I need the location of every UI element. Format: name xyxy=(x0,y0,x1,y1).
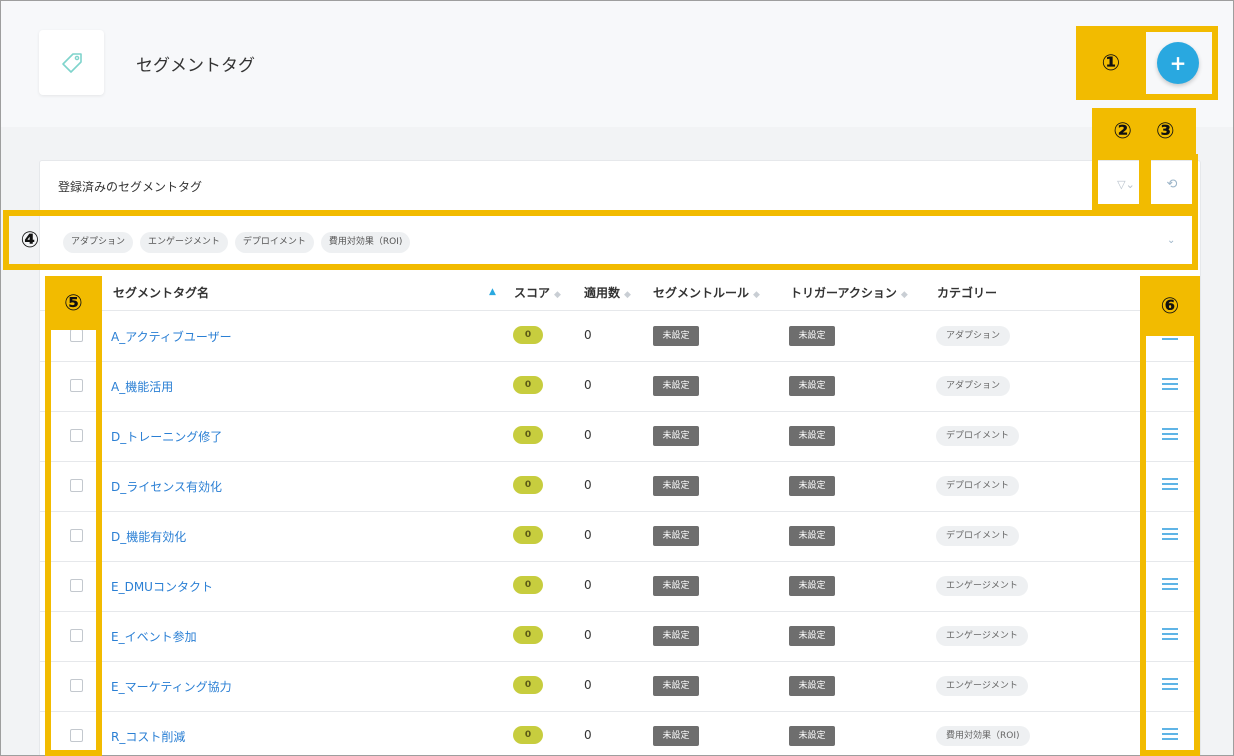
applied-count: 0 xyxy=(584,378,592,392)
sort-icon: ◆ xyxy=(900,290,908,300)
applied-count: 0 xyxy=(584,678,592,692)
highlight-frame-3 xyxy=(1145,154,1198,210)
sort-icon[interactable]: ▲ xyxy=(489,287,496,297)
rule-status-badge: 未設定 xyxy=(653,576,699,596)
tag-name-link[interactable]: E_イベント参加 xyxy=(111,628,197,645)
table-row: E_マーケティング協力 0 0 未設定 未設定 エンゲージメント xyxy=(39,661,1199,712)
score-badge: 0 xyxy=(513,376,543,394)
trigger-status-badge: 未設定 xyxy=(789,526,835,546)
category-badge: デプロイメント xyxy=(936,526,1020,546)
column-header-trigger[interactable]: トリガーアクション ◆ xyxy=(790,284,908,301)
category-badge: エンゲージメント xyxy=(936,676,1028,696)
applied-count: 0 xyxy=(584,328,592,342)
score-badge: 0 xyxy=(513,676,543,694)
trigger-status-badge: 未設定 xyxy=(789,576,835,596)
column-header-rule[interactable]: セグメントルール ◆ xyxy=(653,284,760,301)
score-badge: 0 xyxy=(513,626,543,644)
rule-status-badge: 未設定 xyxy=(653,676,699,696)
highlight-frame-4 xyxy=(3,210,1198,270)
column-header-score[interactable]: スコア ◆ xyxy=(514,284,561,301)
sort-icon: ◆ xyxy=(624,290,631,300)
tag-name-link[interactable]: A_機能活用 xyxy=(111,378,173,395)
applied-count: 0 xyxy=(584,628,592,642)
table-row: A_機能活用 0 0 未設定 未設定 アダプション xyxy=(39,361,1199,412)
trigger-status-badge: 未設定 xyxy=(789,726,835,746)
card-title: 登録済みのセグメントタグ xyxy=(58,180,203,194)
category-badge: アダプション xyxy=(936,376,1011,396)
table-row: A_アクティブユーザー 0 0 未設定 未設定 アダプション xyxy=(39,311,1199,362)
column-header-count[interactable]: 適用数 ◆ xyxy=(584,284,631,301)
score-badge: 0 xyxy=(513,426,543,444)
trigger-status-badge: 未設定 xyxy=(789,476,835,496)
page-title: セグメントタグ xyxy=(136,56,255,76)
column-header-category: カテゴリー xyxy=(937,286,998,300)
tag-name-link[interactable]: D_トレーニング修了 xyxy=(111,428,222,445)
table-row: D_機能有効化 0 0 未設定 未設定 デプロイメント xyxy=(39,511,1199,562)
score-badge: 0 xyxy=(513,476,543,494)
tag-icon xyxy=(61,52,82,73)
app-frame: セグメントタグ + 登録済みのセグメントタグ ▽⌄ ⟲ アダプション エンゲージ… xyxy=(0,0,1234,756)
highlight-frame-2 xyxy=(1092,154,1145,210)
column-header-name[interactable]: セグメントタグ名 xyxy=(113,284,209,301)
applied-count: 0 xyxy=(584,528,592,542)
highlight-frame-5 xyxy=(45,276,102,756)
tag-name-link[interactable]: E_DMUコンタクト xyxy=(111,578,213,595)
category-badge: 費用対効果（ROI) xyxy=(936,726,1030,746)
tag-icon-box xyxy=(39,30,104,95)
trigger-status-badge: 未設定 xyxy=(789,676,835,696)
trigger-status-badge: 未設定 xyxy=(789,326,835,346)
table-row: R_コスト削減 0 0 未設定 未設定 費用対効果（ROI) xyxy=(39,711,1199,755)
rule-status-badge: 未設定 xyxy=(653,626,699,646)
sort-icon: ◆ xyxy=(554,290,561,300)
highlight-frame-6 xyxy=(1140,276,1200,756)
trigger-status-badge: 未設定 xyxy=(789,376,835,396)
score-badge: 0 xyxy=(513,526,543,544)
applied-count: 0 xyxy=(584,428,592,442)
table-row: E_DMUコンタクト 0 0 未設定 未設定 エンゲージメント xyxy=(39,561,1199,612)
rule-status-badge: 未設定 xyxy=(653,326,699,346)
table-row: D_トレーニング修了 0 0 未設定 未設定 デプロイメント xyxy=(39,411,1199,462)
tag-name-link[interactable]: R_コスト削減 xyxy=(111,728,185,745)
category-badge: エンゲージメント xyxy=(936,626,1028,646)
category-badge: エンゲージメント xyxy=(936,576,1028,596)
score-badge: 0 xyxy=(513,326,543,344)
table-row: D_ライセンス有効化 0 0 未設定 未設定 デプロイメント xyxy=(39,461,1199,512)
score-badge: 0 xyxy=(513,576,543,594)
sort-icon: ◆ xyxy=(753,290,760,300)
category-badge: アダプション xyxy=(936,326,1011,346)
score-badge: 0 xyxy=(513,726,543,744)
tag-name-link[interactable]: D_機能有効化 xyxy=(111,528,186,545)
tag-name-link[interactable]: A_アクティブユーザー xyxy=(111,328,232,345)
rule-status-badge: 未設定 xyxy=(653,726,699,746)
rule-status-badge: 未設定 xyxy=(653,526,699,546)
tag-name-link[interactable]: E_マーケティング協力 xyxy=(111,678,232,695)
applied-count: 0 xyxy=(584,478,592,492)
highlight-frame-1 xyxy=(1140,26,1218,100)
applied-count: 0 xyxy=(584,728,592,742)
category-badge: デプロイメント xyxy=(936,476,1020,496)
rule-status-badge: 未設定 xyxy=(653,376,699,396)
annotation-marker-2-3: ② ③ xyxy=(1092,108,1196,154)
table-row: E_イベント参加 0 0 未設定 未設定 エンゲージメント xyxy=(39,611,1199,662)
annotation-marker-4: ④ xyxy=(20,227,40,253)
rule-status-badge: 未設定 xyxy=(653,426,699,446)
annotation-marker-1: ① xyxy=(1076,26,1146,100)
trigger-status-badge: 未設定 xyxy=(789,426,835,446)
applied-count: 0 xyxy=(584,578,592,592)
category-badge: デプロイメント xyxy=(936,426,1020,446)
trigger-status-badge: 未設定 xyxy=(789,626,835,646)
tag-name-link[interactable]: D_ライセンス有効化 xyxy=(111,478,222,495)
rule-status-badge: 未設定 xyxy=(653,476,699,496)
